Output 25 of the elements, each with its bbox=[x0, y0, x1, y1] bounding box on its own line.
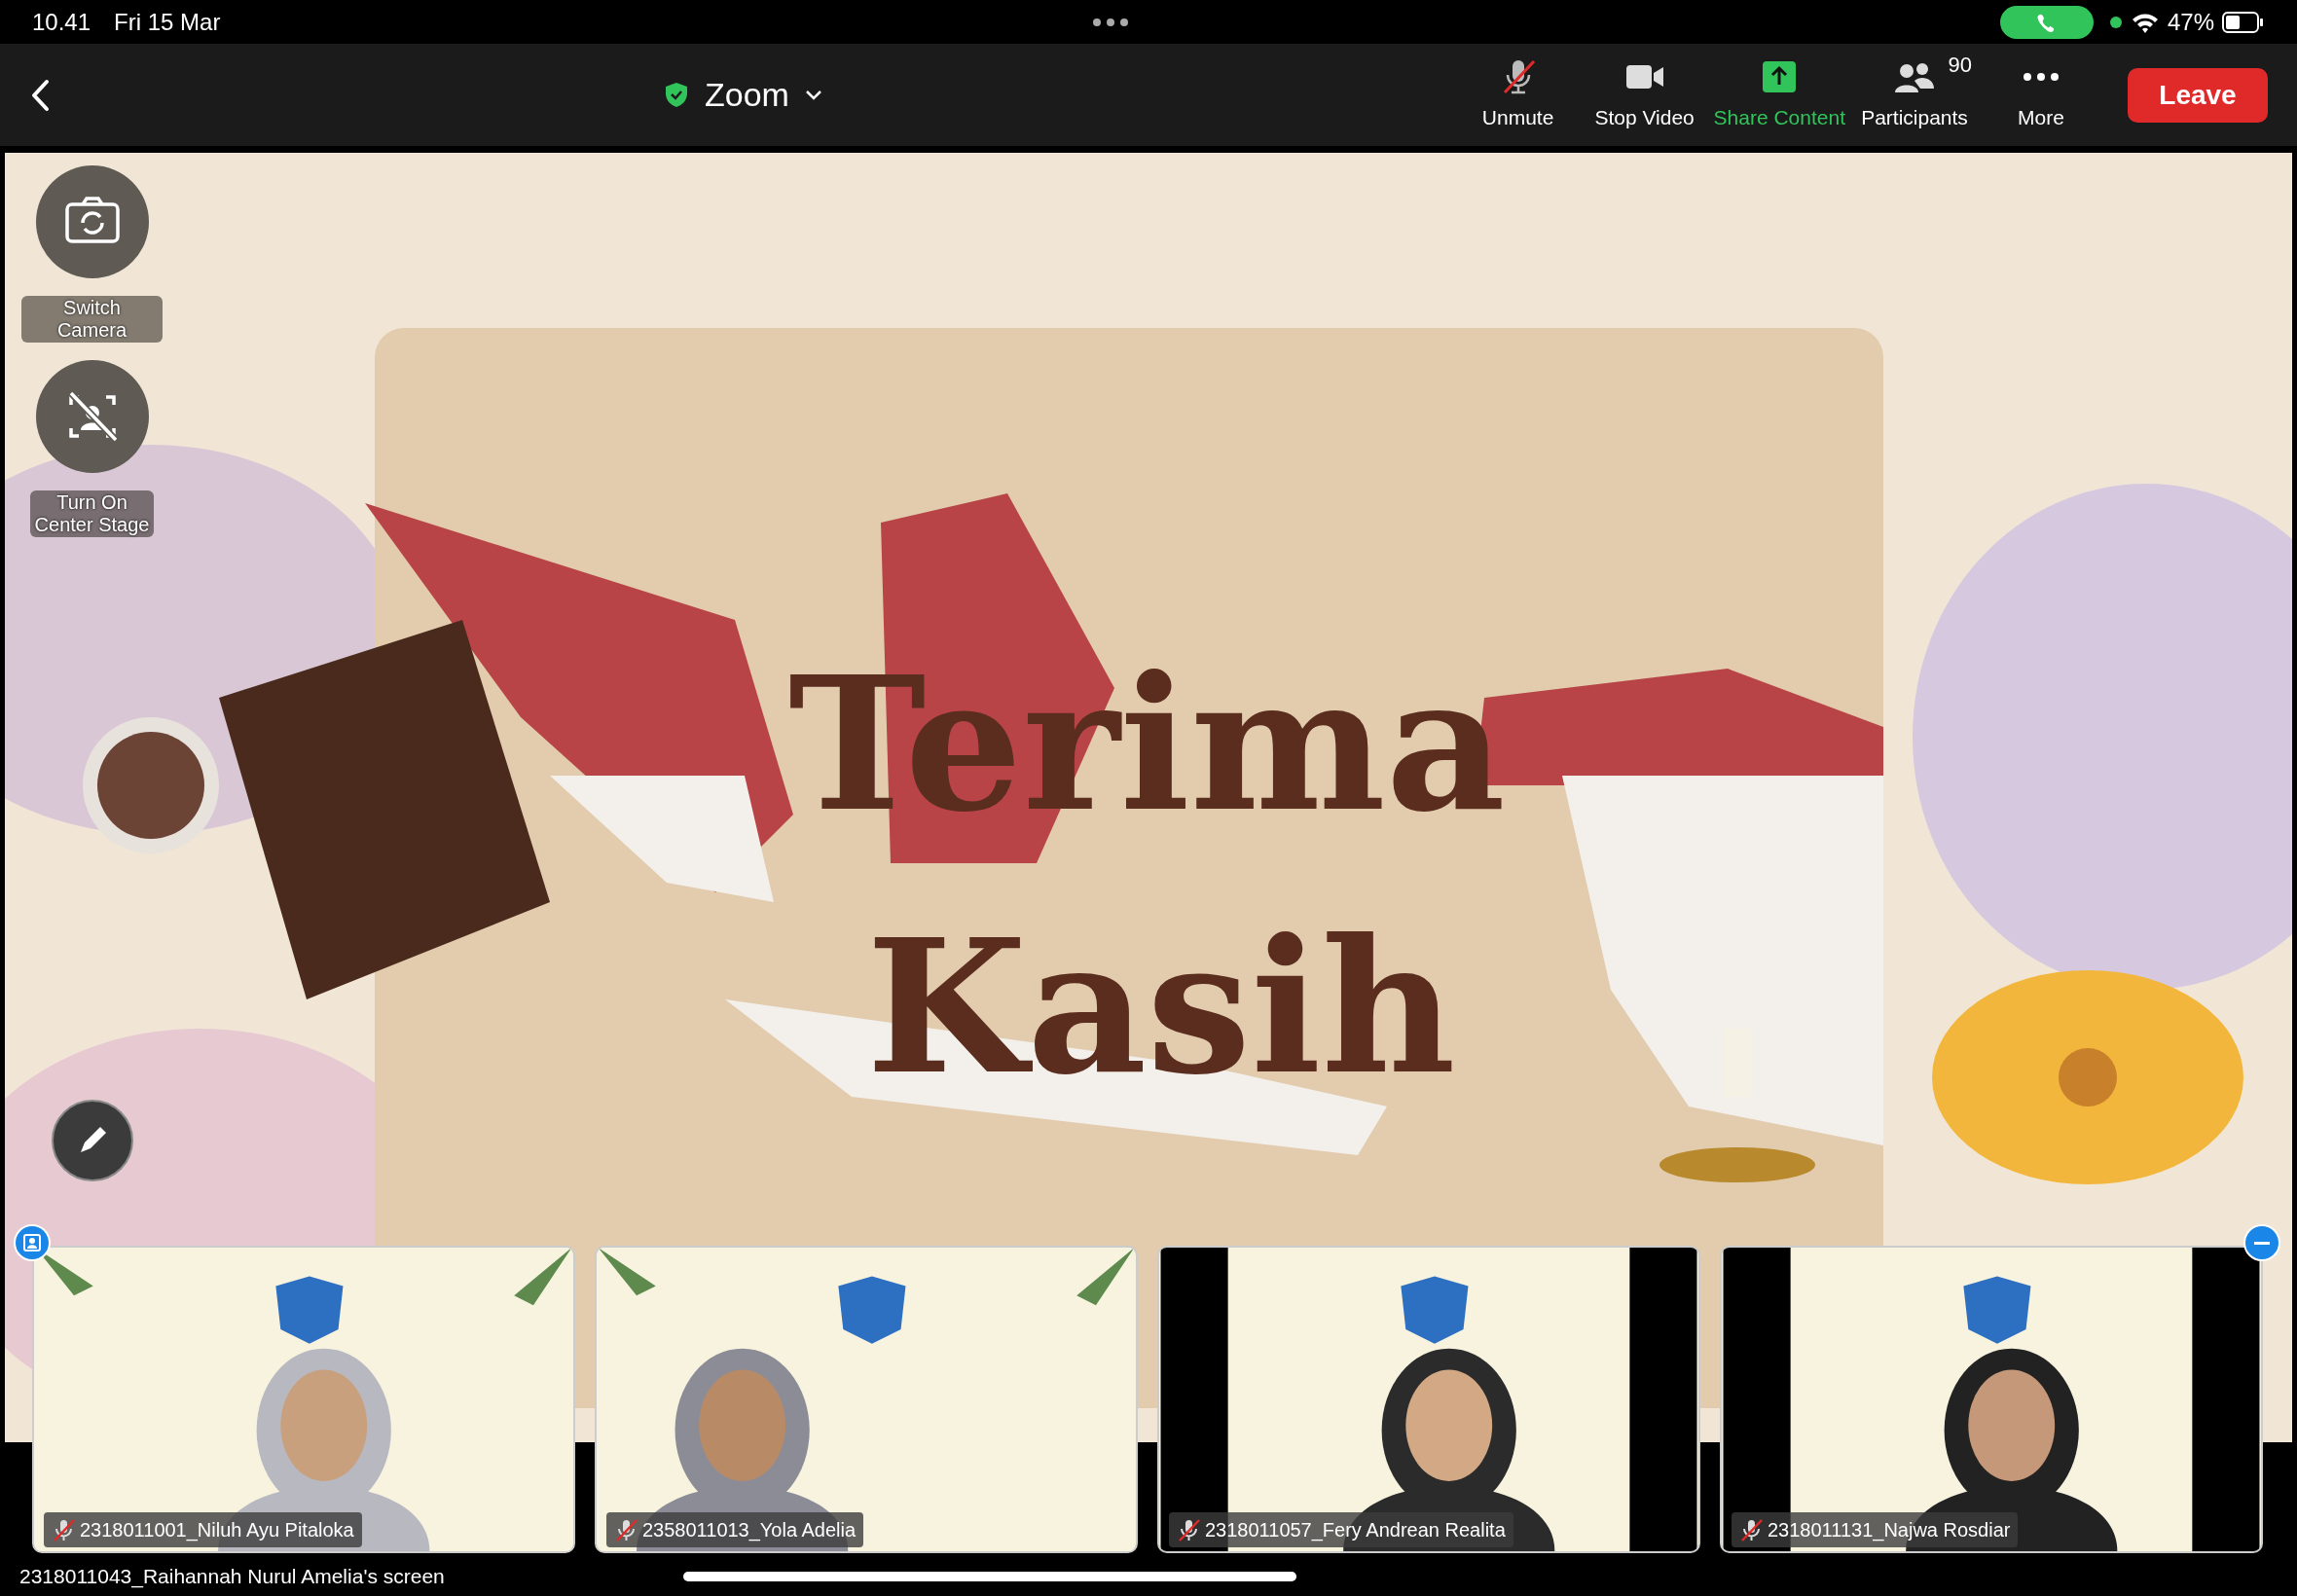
toolbar-button[interactable]: More bbox=[1978, 55, 2104, 134]
toolbar-button[interactable]: Stop Video bbox=[1581, 55, 1708, 134]
battery-icon bbox=[2222, 11, 2265, 33]
participant-name: 2318011057_Fery Andrean Realita bbox=[1169, 1512, 1513, 1547]
leave-button[interactable]: Leave bbox=[2128, 67, 2268, 123]
back-button[interactable] bbox=[29, 78, 51, 112]
more-dots-icon bbox=[2024, 72, 2059, 81]
battery-percent: 47% bbox=[2167, 7, 2214, 37]
toolbar-button[interactable]: Unmute bbox=[1454, 55, 1582, 134]
date-text: Fri 15 Mar bbox=[114, 7, 221, 37]
caret-icon bbox=[804, 89, 822, 101]
camera-in-use-dot bbox=[2108, 15, 2123, 29]
toolbar-button[interactable]: Share Content bbox=[1707, 55, 1851, 134]
microphone-off-icon bbox=[614, 1517, 638, 1542]
meeting-title-dropdown[interactable]: Zoom bbox=[705, 70, 822, 120]
microphone-off-icon bbox=[1177, 1517, 1201, 1542]
call-indicator[interactable] bbox=[1999, 5, 2094, 39]
participant-name: 2318011131_Najwa Rosdiar bbox=[1732, 1512, 2019, 1547]
participant-name: 2318011001_Niluh Ayu Pitaloka bbox=[44, 1512, 362, 1547]
microphone-off-icon bbox=[52, 1517, 76, 1542]
clock-time: 10.41 bbox=[32, 7, 91, 37]
participant-name: 2358011013_Yola Adelia bbox=[606, 1512, 864, 1547]
multitasking-dots-icon[interactable] bbox=[1091, 17, 1129, 27]
screen-share-caption: 2318011043_Raihannah Nurul Amelia's screen bbox=[19, 1564, 445, 1590]
microphone-off-icon bbox=[1739, 1517, 1764, 1542]
